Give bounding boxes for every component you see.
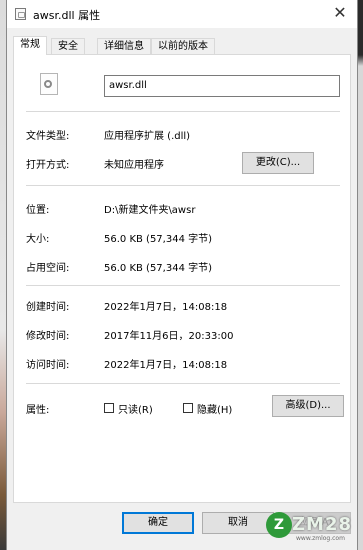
divider <box>26 285 340 286</box>
open-with-value: 未知应用程序 <box>104 160 164 171</box>
hidden-checkbox[interactable] <box>183 403 193 413</box>
title-bar: awsr.dll 属性 ✕ <box>7 0 357 28</box>
general-tab-panel: awsr.dll 文件类型: 应用程序扩展 (.dll) 打开方式: 未知应用程… <box>13 54 351 503</box>
modified-value: 2017年11月6日，20:33:00 <box>104 331 234 342</box>
tab-general[interactable]: 常规 <box>13 36 47 55</box>
dll-file-icon <box>40 73 58 95</box>
close-icon[interactable]: ✕ <box>331 4 349 22</box>
open-with-label: 打开方式: <box>26 160 70 171</box>
divider <box>26 185 340 186</box>
properties-dialog: awsr.dll 属性 ✕ 常规 安全 详细信息 以前的版本 awsr.dll … <box>6 0 358 550</box>
created-value: 2022年1月7日，14:08:18 <box>104 302 228 313</box>
tab-security[interactable]: 安全 <box>51 38 85 54</box>
watermark-text: ZM28 <box>292 514 353 535</box>
advanced-button[interactable]: 高级(D)... <box>272 395 344 417</box>
file-properties-icon <box>15 8 26 20</box>
location-label: 位置: <box>26 205 50 216</box>
file-type-value: 应用程序扩展 (.dll) <box>104 131 191 142</box>
divider <box>26 111 340 112</box>
created-label: 创建时间: <box>26 302 70 313</box>
change-button[interactable]: 更改(C)... <box>242 152 314 174</box>
ok-button[interactable]: 确定 <box>122 512 194 534</box>
divider <box>26 383 340 384</box>
watermark-url: www.zmlog.com <box>296 535 345 542</box>
location-value: D:\新建文件夹\awsr <box>104 205 196 216</box>
readonly-label[interactable]: 只读(R) <box>118 401 153 416</box>
size-label: 大小: <box>26 234 50 245</box>
attributes-label: 属性: <box>26 405 50 416</box>
size-value: 56.0 KB (57,344 字节) <box>104 234 213 245</box>
hidden-label[interactable]: 隐藏(H) <box>197 401 232 416</box>
tab-details[interactable]: 详细信息 <box>97 38 151 54</box>
file-name-field[interactable]: awsr.dll <box>104 75 340 97</box>
file-type-label: 文件类型: <box>26 131 70 142</box>
watermark-logo: Z <box>266 512 292 538</box>
size-on-disk-value: 56.0 KB (57,344 字节) <box>104 263 213 274</box>
cancel-button[interactable]: 取消 <box>202 512 274 534</box>
readonly-checkbox[interactable] <box>104 403 114 413</box>
modified-label: 修改时间: <box>26 331 70 342</box>
size-on-disk-label: 占用空间: <box>26 263 70 274</box>
accessed-value: 2022年1月7日，14:08:18 <box>104 360 228 371</box>
accessed-label: 访问时间: <box>26 360 70 371</box>
tab-previous-versions[interactable]: 以前的版本 <box>151 38 215 54</box>
window-title: awsr.dll 属性 <box>33 9 101 22</box>
